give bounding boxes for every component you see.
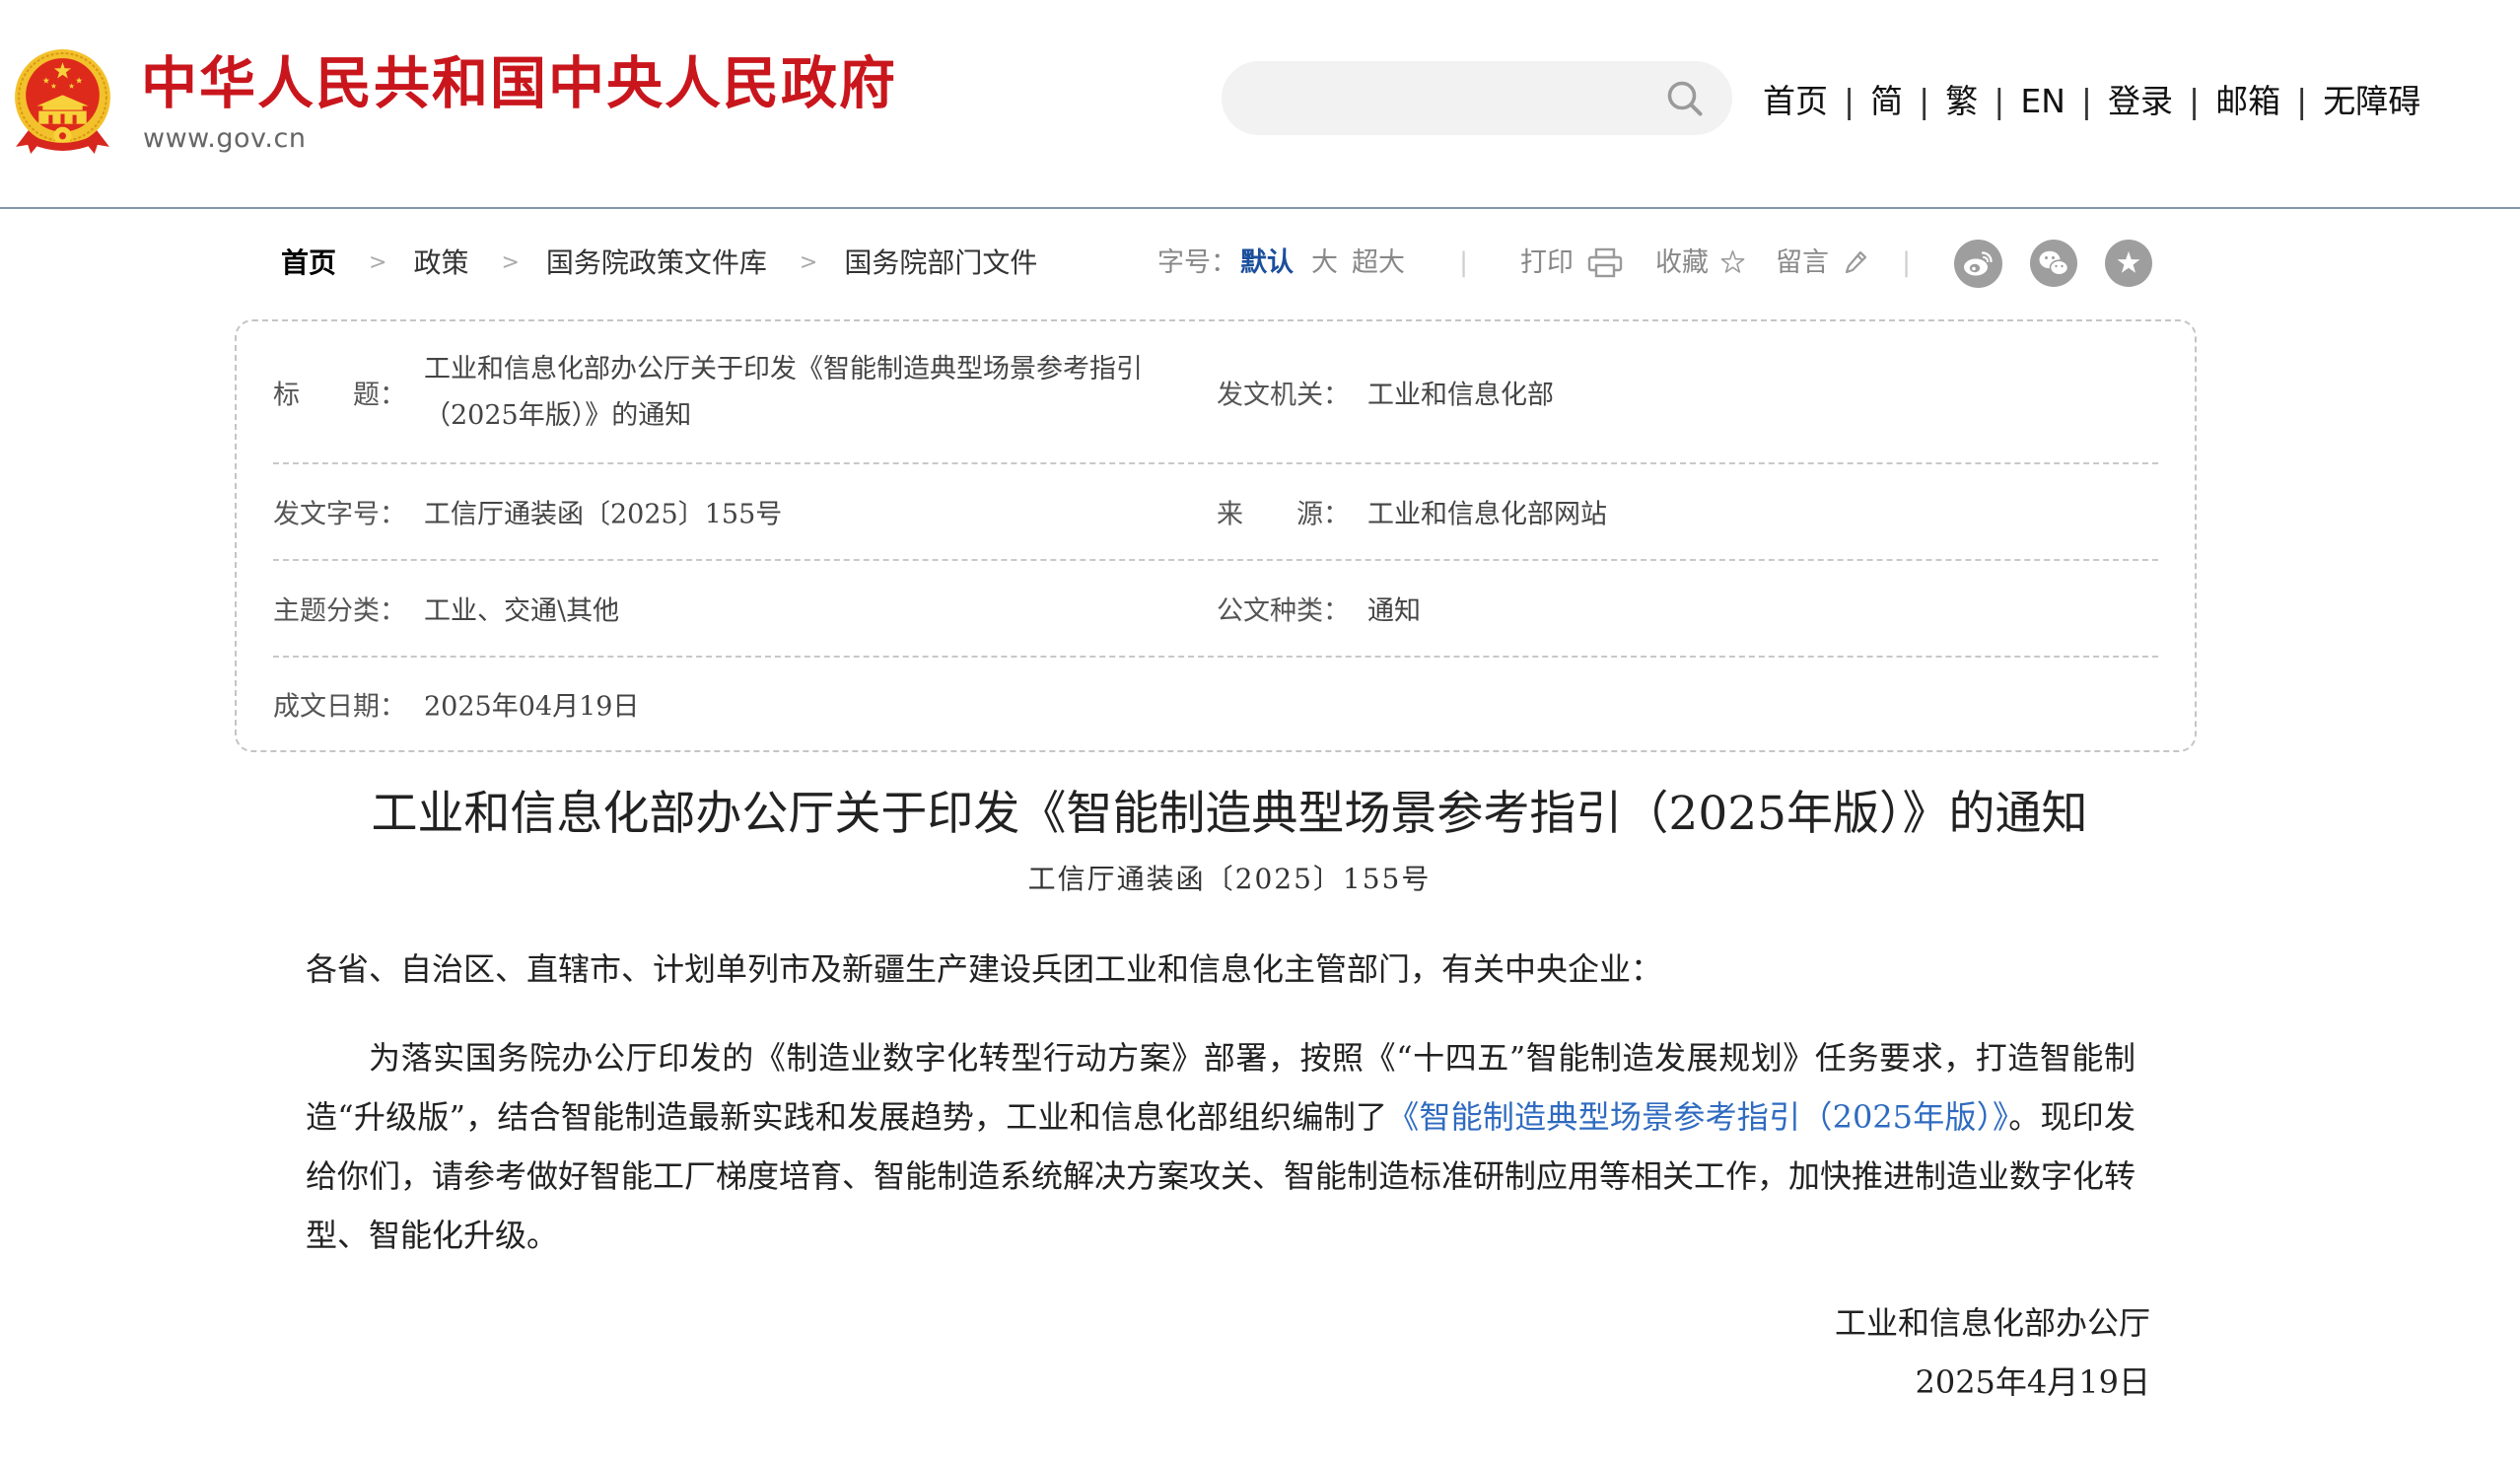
printer-icon[interactable] [1587, 247, 1623, 283]
nav-english[interactable]: EN [2020, 82, 2065, 121]
article-salutation: 各省、自治区、直辖市、计划单列市及新疆生产建设兵团工业和信息化主管部门，有关中央… [306, 950, 1663, 988]
article-toolbar: 字号： 默认 大 超大 | 打印 收藏 留言 | [0, 240, 2520, 288]
info-label-doc-number: 发文字号： [273, 499, 406, 530]
nav-simplified[interactable]: 简 [1870, 82, 1903, 121]
article-body: 各省、自治区、直辖市、计划单列市及新疆生产建设兵团工业和信息化主管部门，有关中央… [306, 940, 2150, 1412]
nav-traditional[interactable]: 繁 [1945, 82, 1978, 121]
wechat-icon[interactable] [2030, 240, 2077, 291]
site-header: 中华人民共和国中央人民政府 www.gov.cn 首页 | 简 | 繁 | EN… [0, 0, 2520, 209]
site-title[interactable]: 中华人民共和国中央人民政府 [141, 53, 897, 114]
info-value-issuer: 工业和信息化部 [1367, 380, 1554, 410]
info-label-title: 标 题： [273, 380, 406, 410]
guideline-link[interactable]: 《智能制造典型场景参考指引（2025年版）》 [1387, 1098, 2008, 1136]
search-box[interactable] [1222, 61, 1732, 135]
info-row: 发文字号： 工信厅通装函〔2025〕155号 来 源： 工业和信息化部网站 [237, 464, 2195, 559]
star-outline-icon[interactable] [1719, 249, 1746, 280]
signature-org: 工业和信息化部办公厅 [1834, 1304, 2150, 1342]
toolbar-separator: | [1459, 247, 1469, 278]
info-row: 标 题： 工业和信息化部办公厅关于印发《智能制造典型场景参考指引（2025年版）… [237, 321, 2195, 462]
nav-separator: | [2189, 82, 2201, 120]
info-value-category: 工业、交通\其他 [424, 595, 620, 627]
document-info-box: 标 题： 工业和信息化部办公厅关于印发《智能制造典型场景参考指引（2025年版）… [235, 319, 2197, 752]
national-emblem-icon[interactable] [13, 48, 112, 156]
nav-login[interactable]: 登录 [2108, 82, 2173, 121]
search-input[interactable] [1251, 61, 1645, 135]
info-value-title: 工业和信息化部办公厅关于印发《智能制造典型场景参考指引（2025年版）》的通知 [424, 353, 1143, 431]
nav-home[interactable]: 首页 [1763, 82, 1828, 121]
article-paragraph: 为落实国务院办公厅印发的《制造业数字化转型行动方案》部署，按照《“十四五”智能制… [306, 1028, 2135, 1265]
search-icon[interactable] [1663, 77, 1707, 120]
info-value-source: 工业和信息化部网站 [1367, 499, 1607, 530]
nav-mail[interactable]: 邮箱 [2215, 82, 2280, 121]
info-label-category: 主题分类： [273, 595, 406, 627]
signature-date: 2025年4月19日 [1915, 1363, 2150, 1401]
toolbar-separator: | [1902, 247, 1912, 278]
top-nav: 首页 | 简 | 繁 | EN | 登录 | 邮箱 | 无障碍 [1763, 82, 2420, 121]
info-value-doc-type: 通知 [1367, 595, 1421, 627]
article-doc-number: 工信厅通装函〔2025〕155号 [1027, 863, 1432, 895]
site-logo-link[interactable]: 中华人民共和国中央人民政府 www.gov.cn [0, 0, 917, 197]
info-value-doc-number: 工信厅通装函〔2025〕155号 [424, 499, 783, 530]
font-size-xlarge[interactable]: 超大 [1352, 242, 1405, 285]
font-size-default[interactable]: 默认 [1240, 242, 1294, 285]
font-size-large[interactable]: 大 [1311, 242, 1338, 285]
info-label-issuer: 发文机关： [1217, 380, 1350, 410]
info-label-doc-type: 公文种类： [1217, 595, 1350, 627]
nav-separator: | [2296, 82, 2308, 120]
nav-separator: | [1994, 82, 2005, 120]
signature: 工业和信息化部办公厅 2025年4月19日 [306, 1293, 2150, 1412]
comment-button[interactable]: 留言 [1776, 242, 1829, 285]
info-row: 主题分类： 工业、交通\其他 公文种类： 通知 [237, 561, 2195, 656]
article-title: 工业和信息化部办公厅关于印发《智能制造典型场景参考指引（2025年版）》的通知 [371, 787, 2088, 841]
favorite-button[interactable]: 收藏 [1655, 242, 1709, 285]
nav-separator: | [2080, 82, 2093, 120]
info-label-source: 来 源： [1217, 499, 1350, 530]
nav-separator: | [1844, 82, 1855, 120]
star-circle-icon[interactable] [2105, 240, 2152, 291]
pencil-icon[interactable] [1845, 250, 1867, 280]
font-size-label: 字号： [1157, 247, 1237, 278]
site-url[interactable]: www.gov.cn [143, 124, 306, 154]
print-button[interactable]: 打印 [1520, 242, 1574, 285]
nav-separator: | [1919, 82, 1930, 120]
info-value-date: 2025年04月19日 [424, 691, 640, 723]
weibo-icon[interactable] [1954, 240, 2002, 292]
info-row: 成文日期： 2025年04月19日 [237, 658, 2195, 750]
nav-accessibility[interactable]: 无障碍 [2323, 82, 2420, 121]
info-label-date: 成文日期： [273, 691, 406, 723]
